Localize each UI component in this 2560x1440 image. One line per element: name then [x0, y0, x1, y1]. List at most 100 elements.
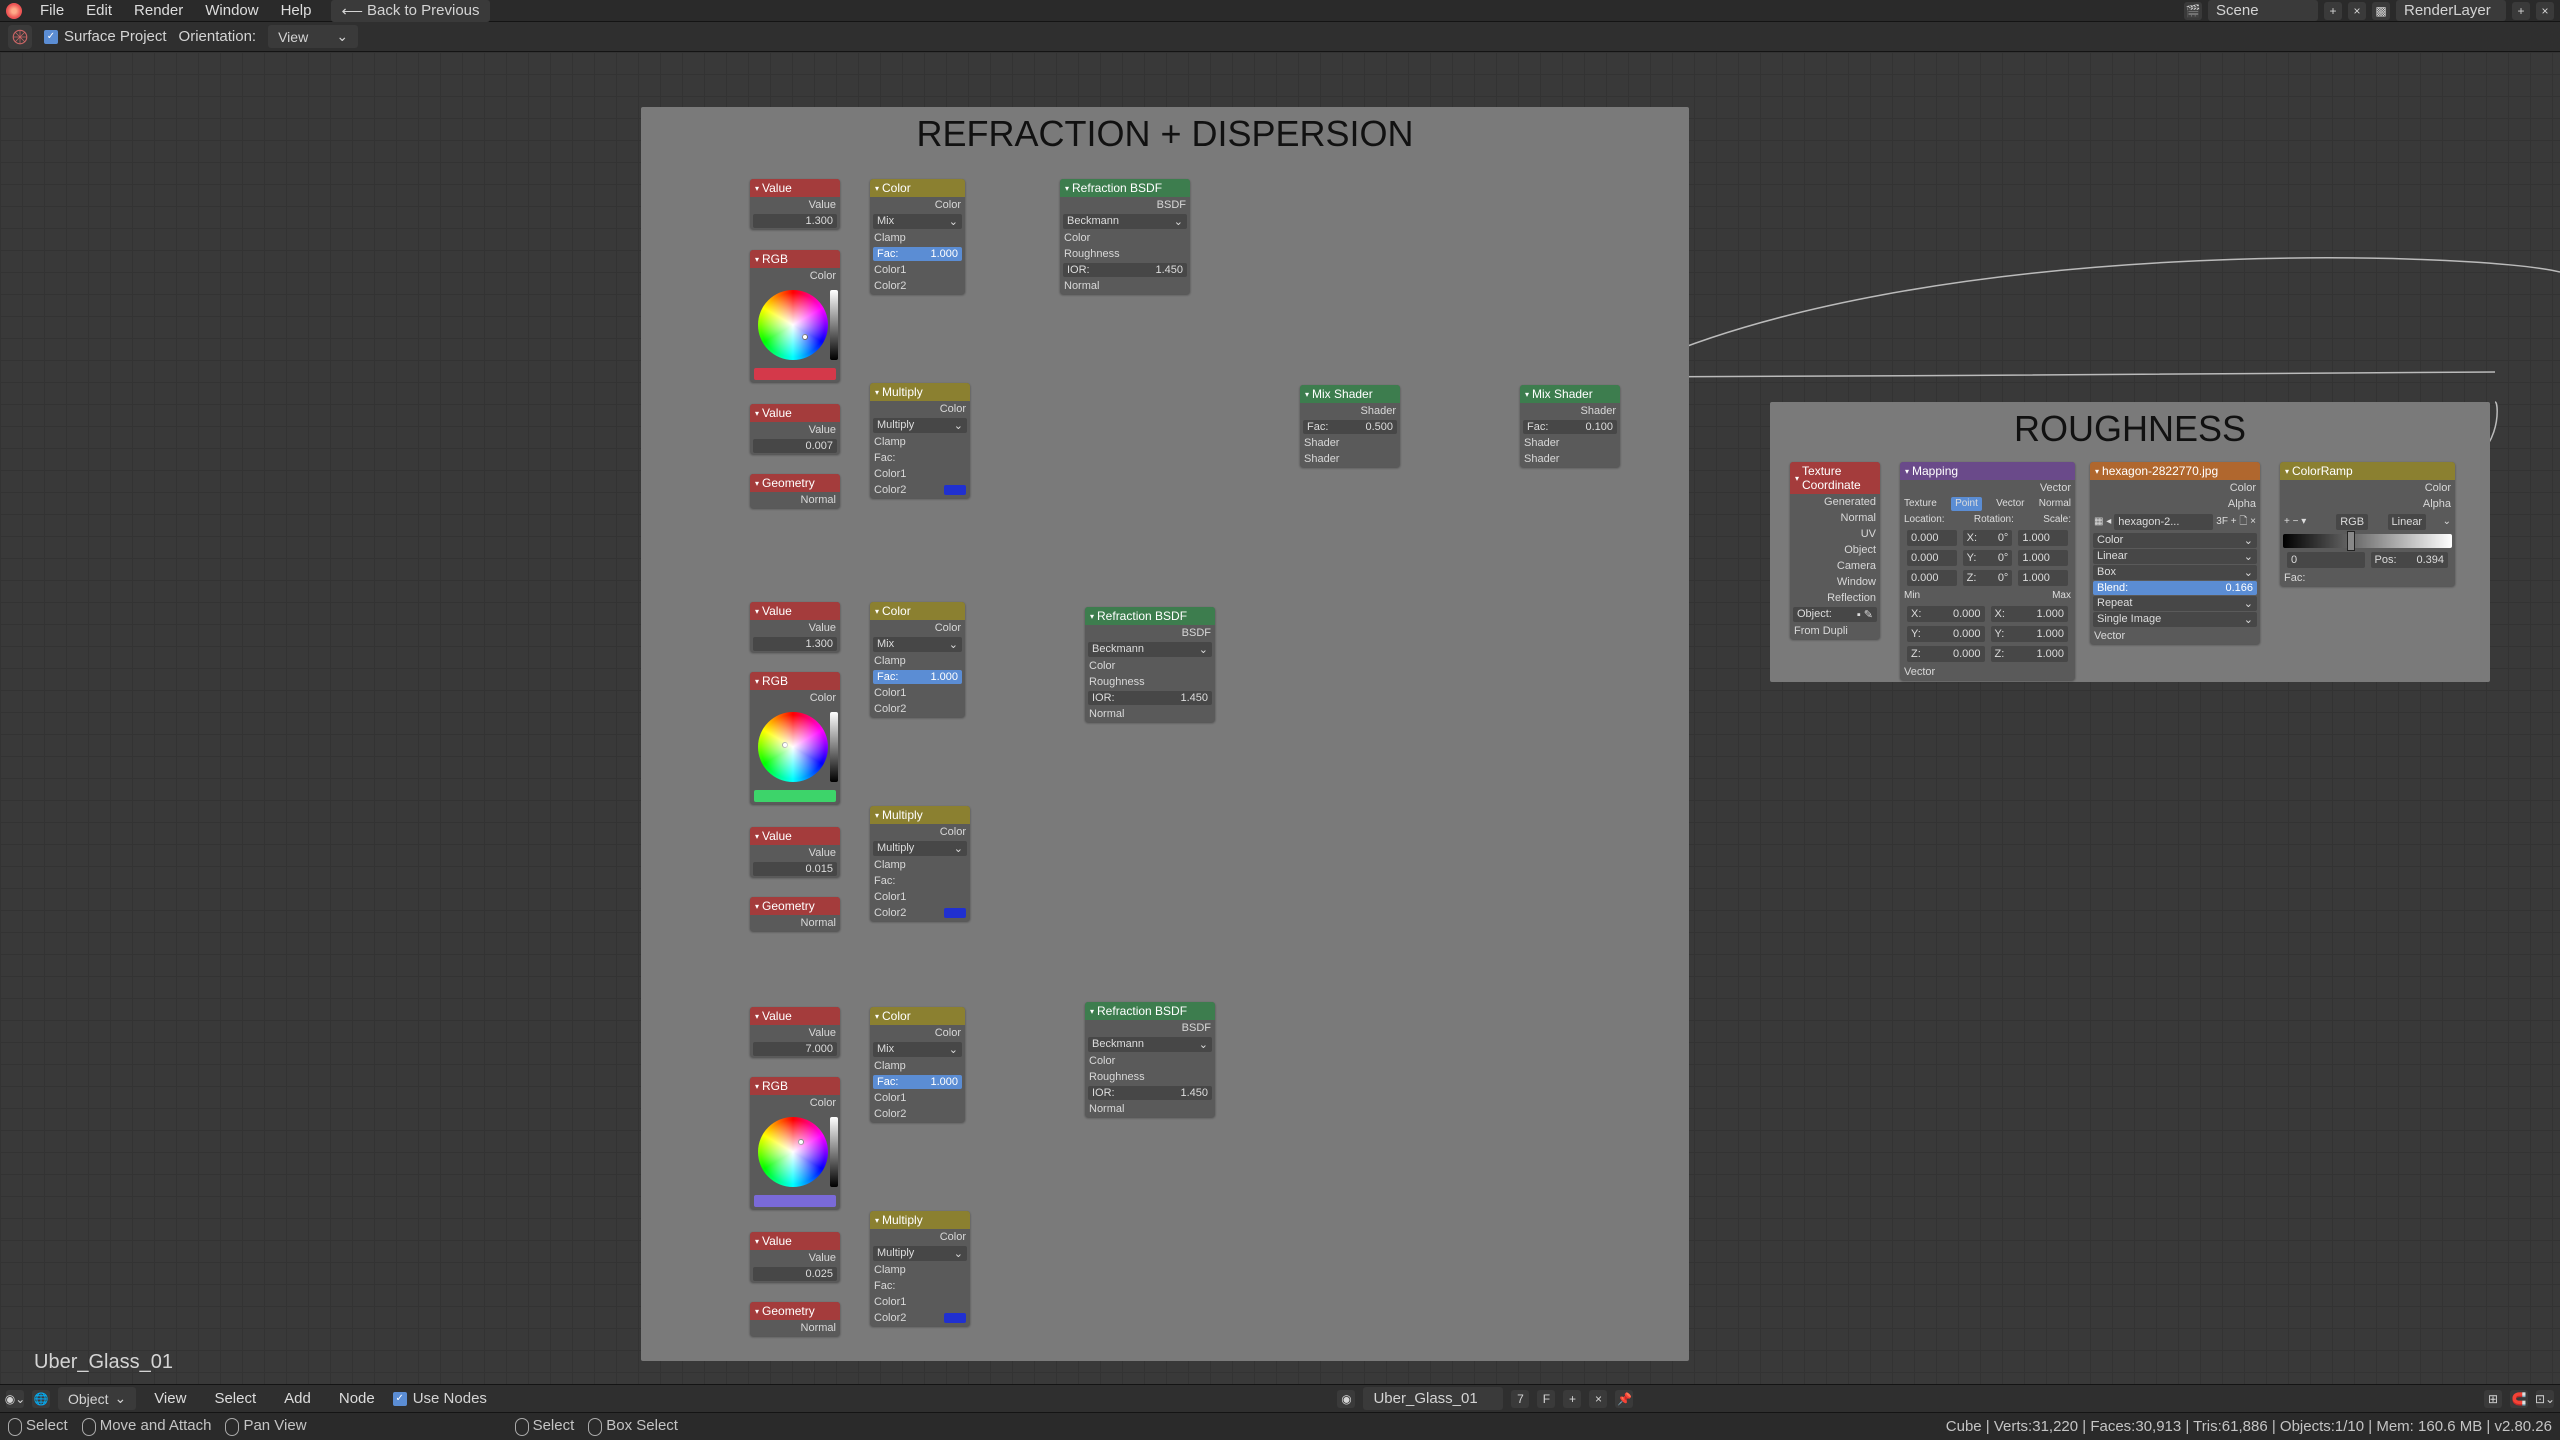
value-field[interactable]: 1.300 [753, 214, 837, 228]
menu-edit[interactable]: Edit [76, 0, 122, 22]
node-texcoord[interactable]: Texture Coordinate Generated Normal UV O… [1790, 462, 1880, 639]
input-color[interactable]: Color [1064, 231, 1090, 245]
node-rgb-3[interactable]: RGB Color [750, 1077, 840, 1209]
input-shader2[interactable]: Shader [1304, 452, 1339, 466]
node-header[interactable]: ColorRamp [2280, 462, 2455, 480]
rot-x[interactable]: X: 0° [1963, 530, 2013, 546]
value-slider[interactable] [830, 1117, 838, 1187]
colorramp-gradient[interactable] [2283, 534, 2452, 548]
node-header[interactable]: Texture Coordinate [1790, 462, 1880, 494]
mapping-type-tabs[interactable]: TexturePointVectorNormal [1900, 496, 2075, 512]
input-color[interactable]: Color [1089, 659, 1115, 673]
input-color1[interactable]: Color1 [874, 263, 906, 277]
editor-type-icon[interactable]: ◉⌄ [6, 1390, 24, 1408]
input-normal[interactable]: Normal [1089, 1102, 1124, 1116]
node-header[interactable]: Mix Shader [1300, 385, 1400, 403]
input-fac[interactable]: Fac: [2284, 571, 2305, 585]
input-shader1[interactable]: Shader [1524, 436, 1559, 450]
value-field[interactable]: 0.015 [753, 862, 837, 876]
back-to-previous-button[interactable]: ⟵ Back to Previous [331, 0, 489, 22]
node-multiply-1[interactable]: Multiply Color Multiply⌄ Clamp Fac: Colo… [870, 383, 970, 498]
color-swatch[interactable] [754, 368, 836, 380]
input-color2[interactable]: Color2 [874, 702, 906, 716]
blend-mode-dropdown[interactable]: Multiply⌄ [873, 841, 967, 856]
blend-slider[interactable]: Blend:0.166 [2093, 581, 2257, 595]
ior-field[interactable]: IOR:1.450 [1088, 691, 1212, 705]
node-header[interactable]: Geometry [750, 1302, 840, 1320]
fac-field[interactable]: Fac:0.500 [1303, 420, 1397, 434]
scene-close-button[interactable]: × [2348, 2, 2366, 20]
renderlayer-close-button[interactable]: × [2536, 2, 2554, 20]
node-header[interactable]: Color [870, 179, 965, 197]
node-multiply-2[interactable]: Multiply Color Multiply⌄ Clamp Fac: Colo… [870, 806, 970, 921]
blend-mode-dropdown[interactable]: Mix⌄ [873, 214, 962, 229]
node-header[interactable]: Color [870, 602, 965, 620]
loc-y[interactable]: 0.000 [1907, 550, 1957, 566]
node-colorramp[interactable]: ColorRamp Color Alpha + − ▾RGBLinear⌄ 0P… [2280, 462, 2455, 586]
value-slider[interactable] [830, 290, 838, 360]
ior-field[interactable]: IOR:1.450 [1088, 1086, 1212, 1100]
input-color2[interactable]: Color2 [874, 1311, 906, 1325]
node-value-2[interactable]: Value Value 0.007 [750, 404, 840, 454]
input-roughness[interactable]: Roughness [1064, 247, 1120, 261]
interpolation-dropdown[interactable]: Linear⌄ [2093, 549, 2257, 564]
color-wheel[interactable] [758, 290, 828, 360]
user-count[interactable]: 7 [1511, 1390, 1529, 1408]
value-slider[interactable] [830, 712, 838, 782]
input-shader2[interactable]: Shader [1524, 452, 1559, 466]
input-color2[interactable]: Color2 [874, 906, 906, 920]
image-browse-row[interactable]: ▦ ◂hexagon-2...3F + 🗋 × [2090, 512, 2260, 532]
color-swatch[interactable] [754, 1195, 836, 1207]
input-vector[interactable]: Vector [2094, 629, 2125, 643]
clamp-checkbox[interactable]: Clamp [874, 1263, 906, 1277]
blender-logo-icon[interactable] [6, 3, 22, 19]
node-imagetex[interactable]: hexagon-2822770.jpg Color Alpha ▦ ◂hexag… [2090, 462, 2260, 644]
scale-x[interactable]: 1.000 [2018, 530, 2068, 546]
clamp-checkbox[interactable]: Clamp [874, 435, 906, 449]
node-header[interactable]: Geometry [750, 474, 840, 492]
shader-type-icon[interactable]: 🌐 [32, 1390, 50, 1408]
node-header[interactable]: hexagon-2822770.jpg [2090, 462, 2260, 480]
menu-file[interactable]: File [30, 0, 74, 22]
input-fac[interactable]: Fac: [874, 874, 895, 888]
rot-z[interactable]: Z: 0° [1963, 570, 2013, 586]
surface-project-checkbox[interactable]: ✓Surface Project [44, 28, 167, 45]
input-shader1[interactable]: Shader [1304, 436, 1339, 450]
node-refraction-3[interactable]: Refraction BSDF BSDF Beckmann⌄ Color Rou… [1085, 1002, 1215, 1117]
menu-window[interactable]: Window [195, 0, 268, 22]
menu-node[interactable]: Node [329, 1387, 385, 1410]
material-slot-icon[interactable]: ◉ [1337, 1390, 1355, 1408]
value-field[interactable]: 0.007 [753, 439, 837, 453]
input-fac[interactable]: Fac: [874, 1279, 895, 1293]
menu-help[interactable]: Help [271, 0, 322, 22]
scene-name-field[interactable]: Scene [2208, 0, 2318, 21]
input-color1[interactable]: Color1 [874, 1295, 906, 1309]
distribution-dropdown[interactable]: Beckmann⌄ [1063, 214, 1187, 229]
knife-tool-icon[interactable] [8, 25, 32, 49]
from-dupli-checkbox[interactable]: From Dupli [1794, 624, 1848, 638]
snap-options-icon[interactable]: ⊡⌄ [2536, 1390, 2554, 1408]
input-fac[interactable]: Fac: [874, 451, 895, 465]
node-header[interactable]: Refraction BSDF [1060, 179, 1190, 197]
color-swatch[interactable] [754, 790, 836, 802]
menu-select[interactable]: Select [204, 1387, 266, 1410]
node-value-6[interactable]: Value Value 0.025 [750, 1232, 840, 1282]
node-header[interactable]: Multiply [870, 806, 970, 824]
input-color1[interactable]: Color1 [874, 890, 906, 904]
orientation-dropdown[interactable]: View ⌄ [268, 25, 358, 48]
clamp-checkbox[interactable]: Clamp [874, 231, 906, 245]
renderlayer-add-button[interactable]: + [2512, 2, 2530, 20]
input-color2[interactable]: Color2 [874, 483, 906, 497]
node-refraction-1[interactable]: Refraction BSDF BSDF Beckmann⌄ Color Rou… [1060, 179, 1190, 294]
unlink-material-button[interactable]: × [1589, 1390, 1607, 1408]
menu-render[interactable]: Render [124, 0, 193, 22]
scale-z[interactable]: 1.000 [2018, 570, 2068, 586]
node-header[interactable]: Multiply [870, 1211, 970, 1229]
color-wheel[interactable] [758, 1117, 828, 1187]
blend-mode-dropdown[interactable]: Mix⌄ [873, 1042, 962, 1057]
colorspace-dropdown[interactable]: Color⌄ [2093, 533, 2257, 548]
node-rgb-2[interactable]: RGB Color [750, 672, 840, 804]
object-mode-dropdown[interactable]: Object⌄ [58, 1387, 136, 1410]
blend-mode-dropdown[interactable]: Mix⌄ [873, 637, 962, 652]
menu-add[interactable]: Add [274, 1387, 321, 1410]
